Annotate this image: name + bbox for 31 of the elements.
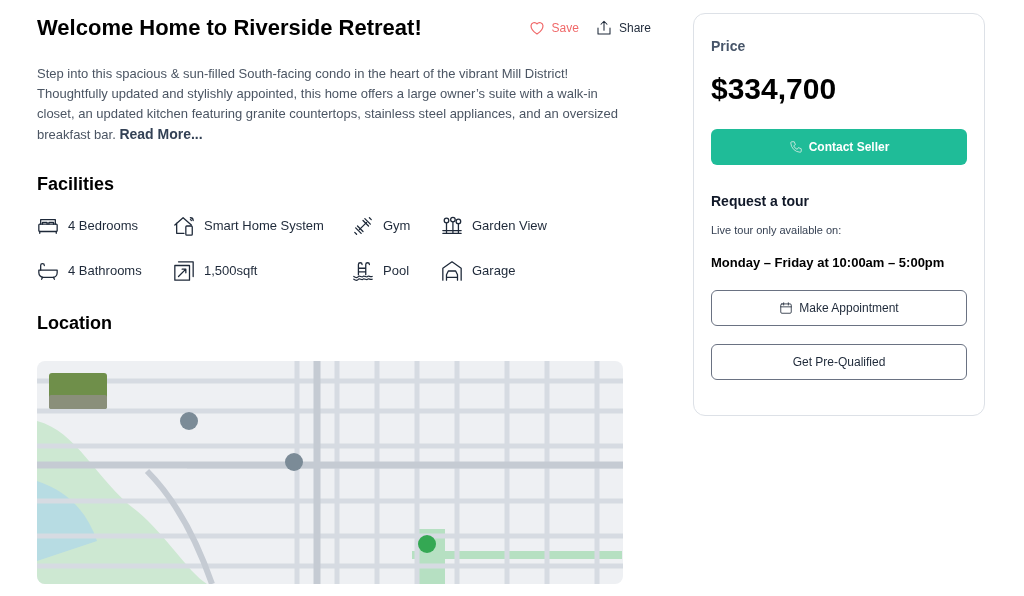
price-label: Price — [711, 37, 747, 56]
share-icon — [594, 19, 613, 37]
heart-icon — [527, 19, 546, 37]
garage-icon — [441, 259, 463, 282]
share-button[interactable]: Share — [594, 19, 651, 37]
section-heading: Facilities — [37, 173, 116, 196]
phone-icon — [788, 140, 803, 154]
facility-label: Smart Home System — [204, 216, 324, 235]
tour-heading: Request a tour — [711, 192, 810, 211]
calendar-icon — [779, 301, 794, 315]
garden-icon — [441, 214, 463, 237]
price-value: $334,700 — [711, 71, 838, 107]
facility-label: 1,500sqft — [204, 261, 258, 280]
pool-ladder-icon — [352, 259, 374, 282]
page-title: Welcome Home to Riverside Retreat! — [37, 14, 422, 42]
tour-hours: Monday – Friday at 10:00am – 5:00pm — [711, 253, 946, 272]
facility-label: 4 Bedrooms — [68, 216, 139, 235]
facility-label: 4 Bathrooms — [68, 261, 142, 280]
smart-home-icon — [173, 214, 195, 237]
facility-label: Gym — [383, 216, 411, 235]
facility-label: Garden View — [472, 216, 547, 235]
section-heading: Location — [37, 312, 113, 335]
area-icon — [173, 259, 195, 282]
tour-note: Live tour only available on: — [711, 223, 843, 238]
read-more-link[interactable]: Read More... — [119, 126, 203, 142]
facility-label: Garage — [472, 261, 516, 280]
facility-label: Pool — [383, 261, 410, 280]
pre-qualified-button[interactable]: Get Pre-Qualified — [711, 344, 967, 380]
description: Step into this spacious & sun-filled South-facing condo in the heart of the vibrant Mill District! Thoughtfully updated and stylishly appointed, this home offers a large owner’s suite with a walk-in closet, an updated kitchen featuring granite countertops, stainless steel appliances, and an oversized breakfast bar. Read More... — [37, 65, 620, 144]
dumbbell-icon — [352, 214, 374, 237]
make-appointment-button[interactable]: Make Appointment — [711, 290, 967, 326]
